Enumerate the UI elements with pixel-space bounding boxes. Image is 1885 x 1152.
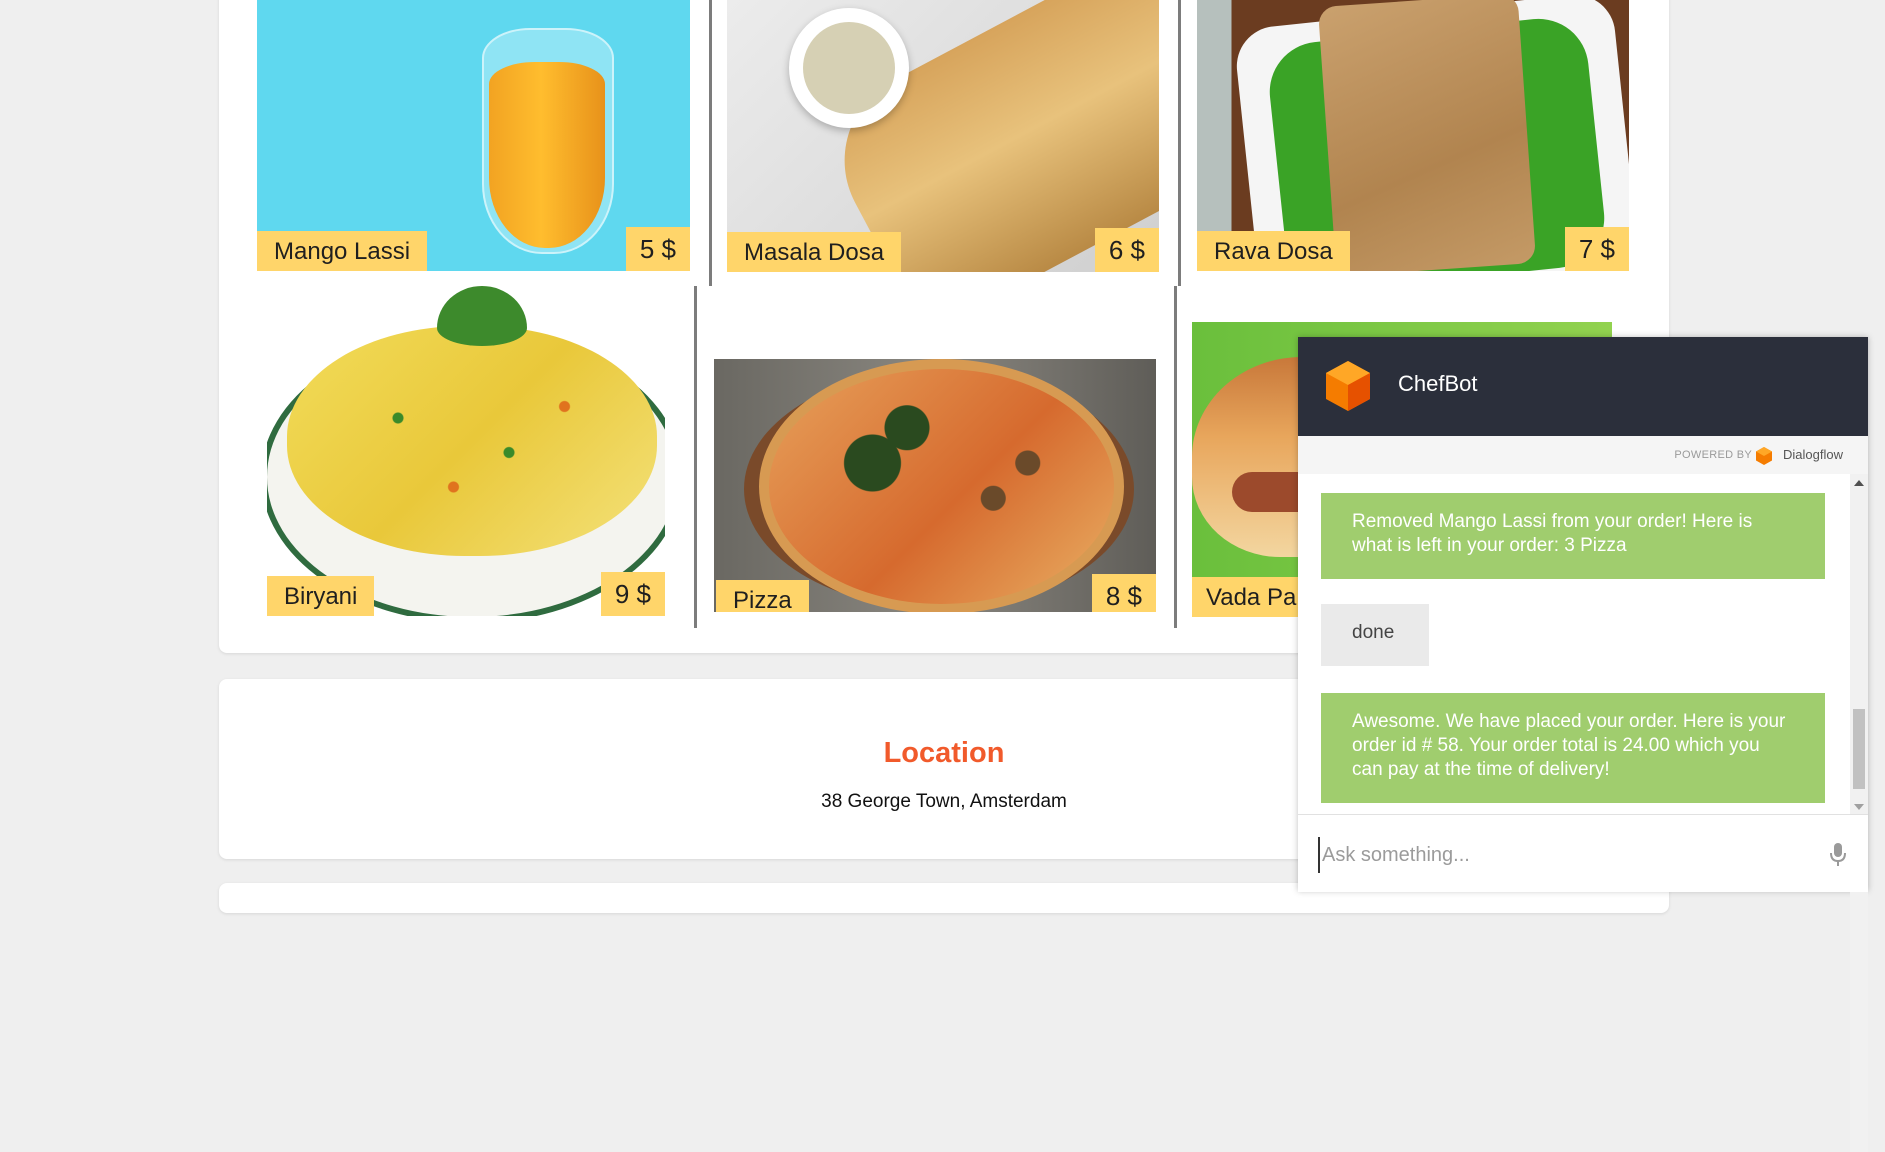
biryani-image [267, 286, 665, 616]
microphone-icon[interactable] [1830, 843, 1846, 867]
bot-message: Awesome. We have placed your order. Here… [1321, 693, 1825, 803]
menu-item-name: Mango Lassi [257, 231, 428, 271]
chat-header[interactable]: ChefBot [1298, 337, 1868, 436]
menu-item-price: 9 $ [600, 572, 665, 616]
menu-item-name: Pizza [716, 580, 809, 612]
menu-item-mango-lassi[interactable]: Mango Lassi 5 $ [257, 0, 690, 271]
column-divider [1178, 0, 1181, 286]
menu-item-price: 5 $ [625, 227, 690, 271]
column-divider [709, 0, 712, 286]
user-message: done [1321, 604, 1429, 666]
powered-by-label: POWERED BY [1674, 449, 1752, 461]
chat-input[interactable] [1318, 837, 1804, 873]
dialogflow-logo-icon [1756, 447, 1772, 465]
menu-item-biryani[interactable]: Biryani 9 $ [267, 286, 665, 616]
menu-item-name: Rava Dosa [1197, 231, 1350, 271]
menu-item-price: 7 $ [1564, 227, 1629, 271]
menu-item-pizza[interactable]: Pizza 8 $ [714, 359, 1156, 612]
menu-item-name: Masala Dosa [727, 232, 902, 272]
menu-item-rava-dosa[interactable]: Rava Dosa 7 $ [1197, 0, 1629, 271]
scroll-up-arrow[interactable] [1854, 480, 1864, 486]
dialogflow-label: Dialogflow [1783, 447, 1843, 462]
bot-message: Removed Mango Lassi from your order! Her… [1321, 493, 1825, 579]
column-divider [1174, 286, 1177, 628]
pizza-image [714, 359, 1156, 612]
dialogflow-cube-icon [1326, 361, 1370, 411]
menu-item-name: Biryani [267, 576, 375, 616]
menu-item-masala-dosa[interactable]: Masala Dosa 6 $ [727, 0, 1159, 272]
chat-scrollbar[interactable] [1850, 474, 1868, 1152]
column-divider [694, 286, 697, 628]
powered-by-bar: POWERED BY Dialogflow [1298, 436, 1868, 474]
scroll-down-arrow[interactable] [1854, 804, 1864, 810]
chat-input-bar [1298, 814, 1868, 892]
menu-item-name: Vada Pa [1192, 577, 1311, 617]
chatbot-widget: ChefBot POWERED BY Dialogflow Removed Ma… [1298, 337, 1868, 1152]
chat-title: ChefBot [1398, 371, 1478, 396]
scrollbar-thumb[interactable] [1853, 709, 1865, 789]
menu-item-price: 6 $ [1094, 228, 1159, 272]
chat-messages[interactable]: Removed Mango Lassi from your order! Her… [1298, 474, 1850, 1152]
menu-item-price: 8 $ [1091, 574, 1156, 612]
